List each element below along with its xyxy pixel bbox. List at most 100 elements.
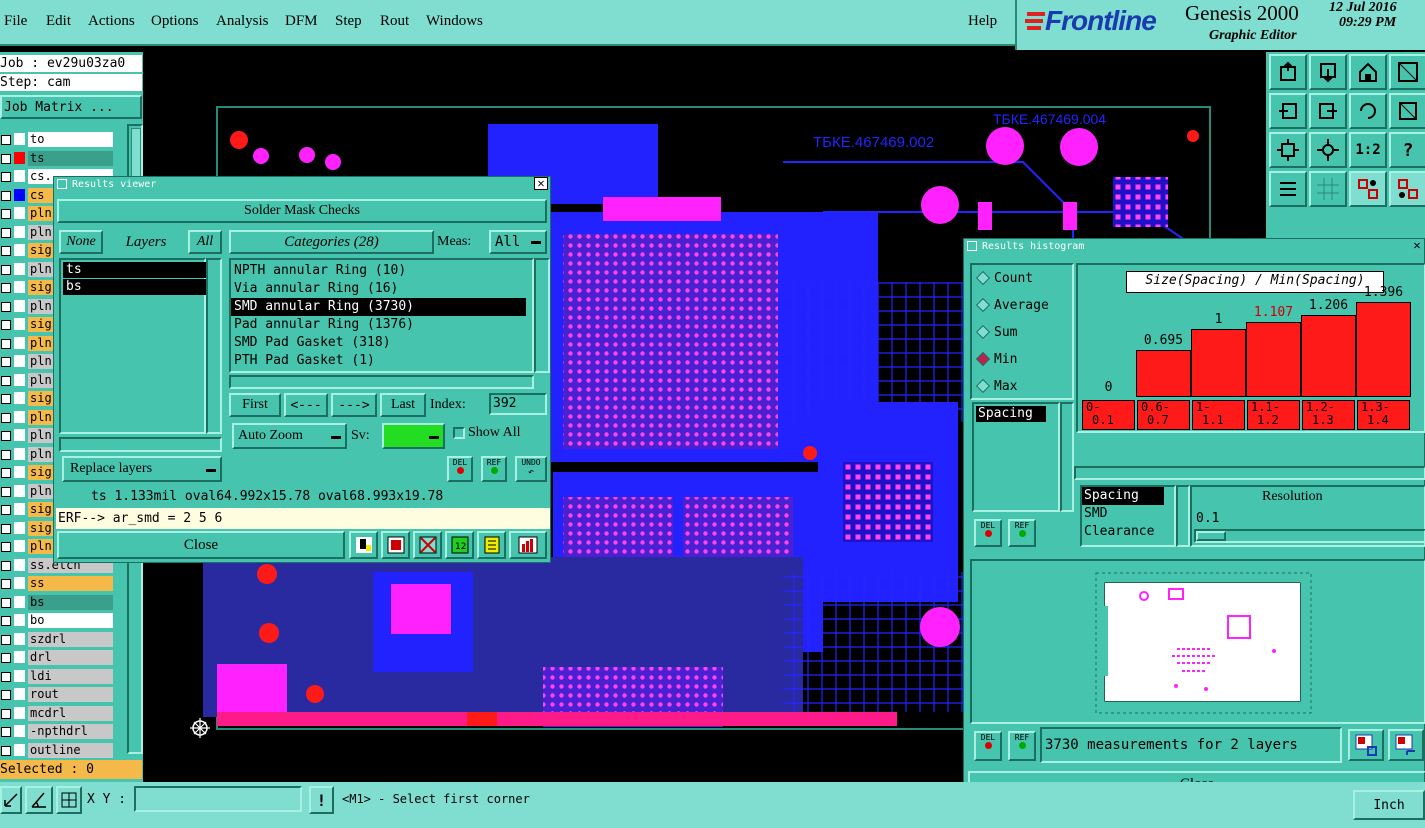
layer-checkbox[interactable]	[1, 523, 11, 534]
radio-icon[interactable]	[975, 351, 991, 367]
layer-checkbox[interactable]	[1, 357, 11, 367]
categories-button[interactable]: Categories (28)	[229, 230, 434, 254]
layer-row[interactable]: ss	[0, 576, 113, 591]
layer-checkbox[interactable]	[1, 597, 11, 608]
layer-color-swatch[interactable]	[14, 336, 25, 349]
hist-ref-button[interactable]: REF	[1008, 519, 1036, 547]
layer-color-swatch[interactable]	[14, 484, 25, 497]
layer-color-swatch[interactable]	[14, 355, 25, 367]
layer-checkbox[interactable]	[1, 505, 11, 515]
histogram-bar[interactable]	[1191, 329, 1246, 397]
result-layer-item[interactable]: ts	[63, 262, 206, 278]
category-hscroll[interactable]	[229, 375, 534, 389]
preview-ref-button[interactable]: REF	[1008, 731, 1036, 761]
layer-checkbox[interactable]	[1, 579, 11, 589]
menu-options[interactable]: Options	[151, 13, 199, 30]
center-icon[interactable]	[1309, 132, 1347, 168]
category-item[interactable]: Via annular Ring (16)	[231, 280, 532, 298]
layer-checkbox[interactable]	[1, 708, 11, 719]
aggregate-option[interactable]: Count	[972, 265, 1072, 292]
spacing-list[interactable]: Spacing	[972, 402, 1060, 512]
menu-help[interactable]: Help	[968, 13, 997, 30]
layer-checkbox[interactable]	[1, 394, 11, 404]
help-icon[interactable]: ?	[1389, 132, 1425, 168]
histogram-bar[interactable]	[1136, 350, 1191, 397]
layer-color-swatch[interactable]	[14, 281, 25, 293]
aggregate-option[interactable]: Min	[972, 346, 1072, 373]
xy-input[interactable]	[134, 786, 302, 812]
layer-row[interactable]: to	[0, 132, 113, 147]
layer-color-swatch[interactable]	[14, 373, 25, 386]
chart-hscroll[interactable]	[1074, 466, 1425, 480]
layer-color-swatch[interactable]	[14, 614, 25, 626]
measure-type-vscroll[interactable]	[1176, 485, 1190, 547]
auto-zoom-dropdown[interactable]: Auto Zoom	[232, 423, 347, 449]
close-button[interactable]: Close	[57, 531, 345, 559]
layer-color-swatch[interactable]	[14, 669, 25, 682]
layer-checkbox[interactable]	[1, 135, 11, 145]
layer-checkbox[interactable]	[1, 690, 11, 700]
layer-list-vscroll[interactable]	[206, 258, 222, 434]
menu-rout[interactable]: Rout	[380, 13, 409, 30]
angle-icon[interactable]	[25, 786, 53, 814]
zoom-home-icon[interactable]	[1269, 54, 1307, 90]
category-item[interactable]: PTH Pad Gasket (1)	[231, 352, 532, 370]
layer-color-swatch[interactable]	[14, 447, 25, 460]
layer-checkbox[interactable]	[1, 264, 11, 275]
layer-checkbox[interactable]	[1, 616, 11, 626]
layer-checkbox[interactable]	[1, 542, 11, 552]
prev-button[interactable]: <---	[284, 393, 328, 417]
layer-color-swatch[interactable]	[14, 299, 25, 312]
replace-layers-dropdown[interactable]: Replace layers	[62, 456, 222, 482]
spacing-item[interactable]: Spacing	[976, 406, 1046, 422]
bin-label[interactable]: 1.2- 1.3	[1302, 400, 1355, 430]
severity-dropdown[interactable]	[382, 423, 445, 449]
layer-color-swatch[interactable]	[14, 521, 25, 534]
category-item[interactable]: SMD Pad Gasket (318)	[231, 334, 532, 352]
layer-color-swatch[interactable]	[14, 743, 25, 756]
layer-checkbox[interactable]	[1, 301, 11, 312]
histogram-bar[interactable]	[1246, 322, 1301, 397]
select-icon[interactable]	[381, 531, 410, 559]
alert-icon[interactable]: !	[309, 786, 334, 814]
layer-checkbox[interactable]	[1, 375, 11, 386]
menu-analysis[interactable]: Analysis	[216, 13, 269, 30]
layer-color-swatch[interactable]	[14, 392, 25, 404]
meas-dropdown[interactable]: All	[489, 230, 547, 254]
layer-checkbox[interactable]	[1, 449, 11, 460]
layer-color-swatch[interactable]	[14, 225, 25, 238]
fit-window-icon[interactable]	[1389, 54, 1425, 90]
histogram-bar[interactable]	[1356, 302, 1411, 397]
first-button[interactable]: First	[229, 393, 281, 417]
measure-type-item[interactable]: Spacing	[1082, 487, 1164, 505]
layer-checkbox[interactable]	[1, 468, 11, 478]
aggregate-option[interactable]: Sum	[972, 319, 1072, 346]
layer-checkbox[interactable]	[1, 338, 11, 349]
aggregate-option[interactable]: Average	[972, 292, 1072, 319]
del-button[interactable]: DEL	[447, 456, 473, 482]
undo-button[interactable]: UNDO ↶	[515, 456, 547, 482]
result-layer-item[interactable]: bs	[63, 279, 206, 295]
layer-list-hscroll[interactable]	[59, 437, 222, 452]
layer-checkbox[interactable]	[1, 246, 11, 256]
layer-row[interactable]: bo	[0, 613, 113, 628]
none-button[interactable]: None	[59, 230, 103, 254]
layer-checkbox[interactable]	[1, 486, 11, 497]
histogram-titlebar[interactable]: Results histogram ✕	[964, 238, 1424, 254]
bin-label[interactable]: 1- 1.1	[1192, 400, 1245, 430]
pan-right-icon[interactable]	[1309, 93, 1347, 129]
layer-row[interactable]: ts	[0, 150, 113, 166]
layer-color-swatch[interactable]	[14, 706, 25, 719]
units-button[interactable]: Inch	[1353, 790, 1425, 820]
results-viewer-titlebar[interactable]: Results viewer ✕	[54, 176, 550, 192]
bin-label[interactable]: 1.3- 1.4	[1357, 400, 1410, 430]
grid-icon[interactable]	[1309, 171, 1347, 207]
layer-checkbox[interactable]	[1, 190, 11, 201]
bin-label[interactable]: 1.1- 1.2	[1247, 400, 1300, 430]
layer-row[interactable]: szdrl	[0, 631, 113, 647]
radio-icon[interactable]	[975, 378, 991, 394]
layer-color-swatch[interactable]	[14, 651, 25, 663]
spacing-list-vscroll[interactable]	[1060, 402, 1074, 512]
job-matrix-button[interactable]: Job Matrix ...	[0, 95, 142, 119]
preview-del-button[interactable]: DEL	[974, 731, 1002, 761]
